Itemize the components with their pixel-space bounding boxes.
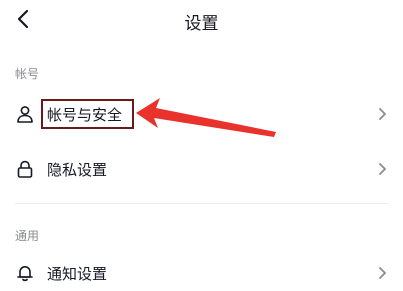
chevron-right-icon [379,163,386,175]
red-arrow-annotation [136,98,276,137]
lock-icon [17,160,33,178]
notification-settings-label: 通知设置 [47,265,108,283]
header: 设置 [0,0,403,40]
settings-screen: 设置 帐号 帐号与安全 隐私设置 通用 通知设置 [0,0,403,291]
section-divider [15,203,388,204]
user-icon [17,106,33,123]
page-title: 设置 [184,14,219,34]
highlight-box [41,99,134,129]
privacy-settings-item[interactable]: 隐私设置 [0,147,403,191]
section-label-general: 通用 [15,229,40,243]
section-label-account: 帐号 [15,67,40,81]
chevron-right-icon [379,267,386,279]
privacy-settings-label: 隐私设置 [47,161,108,179]
notification-settings-item[interactable]: 通知设置 [0,251,403,291]
bell-icon [17,266,33,282]
chevron-right-icon [379,108,386,120]
